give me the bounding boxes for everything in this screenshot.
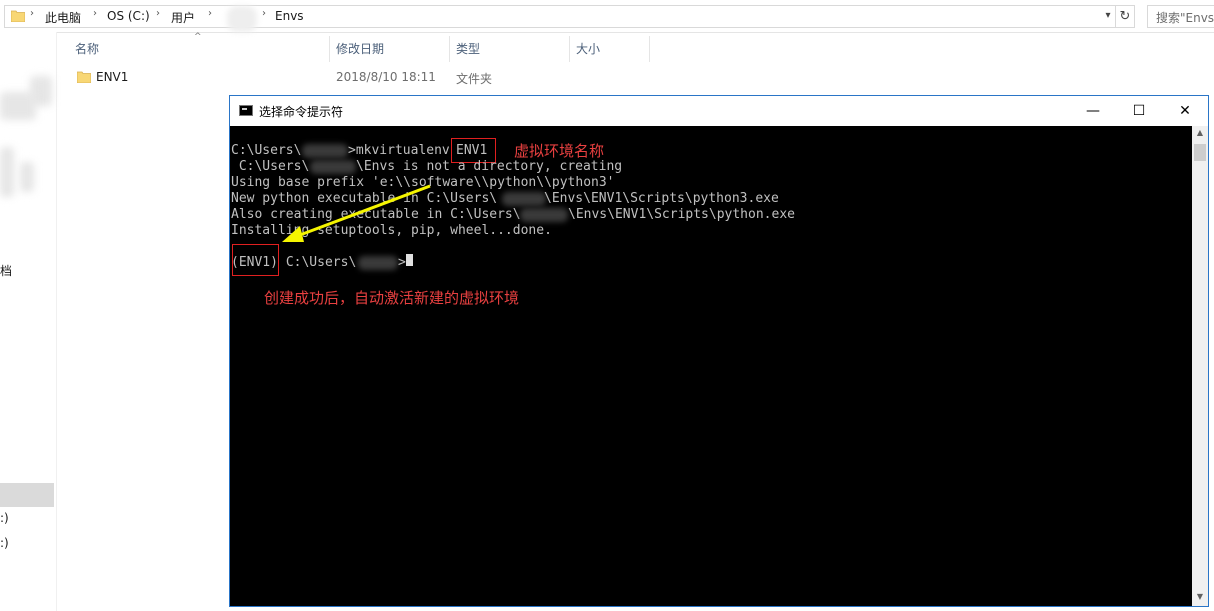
redacted-username: [227, 6, 257, 32]
column-header-name[interactable]: 名称: [75, 36, 99, 62]
chevron-right-icon[interactable]: ›: [156, 8, 160, 19]
command-prompt-window[interactable]: 选择命令提示符 — ☐ ✕ C:\Users\ >mkvirtualenv EN…: [229, 95, 1209, 607]
file-name[interactable]: ENV1: [96, 70, 128, 84]
crumb-this-pc[interactable]: 此电脑: [45, 9, 81, 26]
chevron-right-icon[interactable]: ›: [30, 8, 34, 19]
minimize-button[interactable]: —: [1070, 96, 1116, 126]
scrollbar-thumb[interactable]: [1194, 144, 1206, 161]
arrow-icon: [282, 184, 431, 242]
maximize-button[interactable]: ☐: [1116, 96, 1162, 126]
redacted-nav-item: [20, 162, 34, 192]
nav-item-drive[interactable]: :): [0, 536, 9, 550]
window-title: 选择命令提示符: [259, 105, 344, 119]
nav-item-selected[interactable]: [0, 483, 54, 507]
scroll-down-icon[interactable]: ▼: [1192, 592, 1208, 604]
column-header-size[interactable]: 大小: [576, 36, 600, 62]
navigation-pane[interactable]: 档 :) :): [0, 32, 57, 611]
nav-item-drive[interactable]: :): [0, 511, 9, 525]
scrollbar[interactable]: ▲ ▼: [1192, 126, 1208, 606]
redacted-nav-item: [0, 147, 14, 197]
redacted-nav-item: [0, 92, 36, 120]
column-divider[interactable]: [649, 36, 650, 62]
column-divider[interactable]: [569, 36, 570, 62]
refresh-icon[interactable]: ↻: [1116, 5, 1135, 28]
crumb-os-c[interactable]: OS (C:): [107, 9, 150, 23]
close-button[interactable]: ✕: [1162, 96, 1208, 126]
breadcrumb[interactable]: › 此电脑 › OS (C:) › 用户 › › Envs: [4, 5, 1116, 32]
search-input[interactable]: 搜索"Envs": [1147, 5, 1214, 28]
window-titlebar[interactable]: 选择命令提示符 — ☐ ✕: [230, 96, 1208, 126]
column-divider[interactable]: [329, 36, 330, 62]
address-bar: › 此电脑 › OS (C:) › 用户 › › Envs ▾ ↻ 搜索"Env…: [0, 0, 1214, 33]
file-type: 文件夹: [456, 72, 493, 86]
chevron-down-icon[interactable]: ▾: [1100, 5, 1116, 26]
column-divider[interactable]: [449, 36, 450, 62]
nav-item-documents[interactable]: 档: [0, 262, 12, 279]
folder-icon: [11, 10, 25, 22]
file-modified: 2018/8/10 18:11: [336, 70, 436, 84]
search-placeholder: 搜索"Envs": [1156, 11, 1214, 25]
crumb-users[interactable]: 用户: [171, 9, 195, 26]
chevron-right-icon[interactable]: ›: [93, 8, 97, 19]
column-header-type[interactable]: 类型: [456, 36, 480, 62]
chevron-right-icon[interactable]: ›: [262, 8, 266, 19]
scroll-up-icon[interactable]: ▲: [1192, 128, 1208, 140]
column-header-modified[interactable]: 修改日期: [336, 36, 384, 62]
console-output[interactable]: C:\Users\ >mkvirtualenv ENV1 虚拟环境名称 C:\U…: [230, 126, 1192, 606]
sort-ascending-icon: ^: [194, 32, 202, 42]
folder-icon: [77, 71, 91, 83]
console-icon: [239, 105, 253, 116]
chevron-right-icon[interactable]: ›: [208, 8, 212, 19]
crumb-envs[interactable]: Envs: [275, 9, 304, 23]
